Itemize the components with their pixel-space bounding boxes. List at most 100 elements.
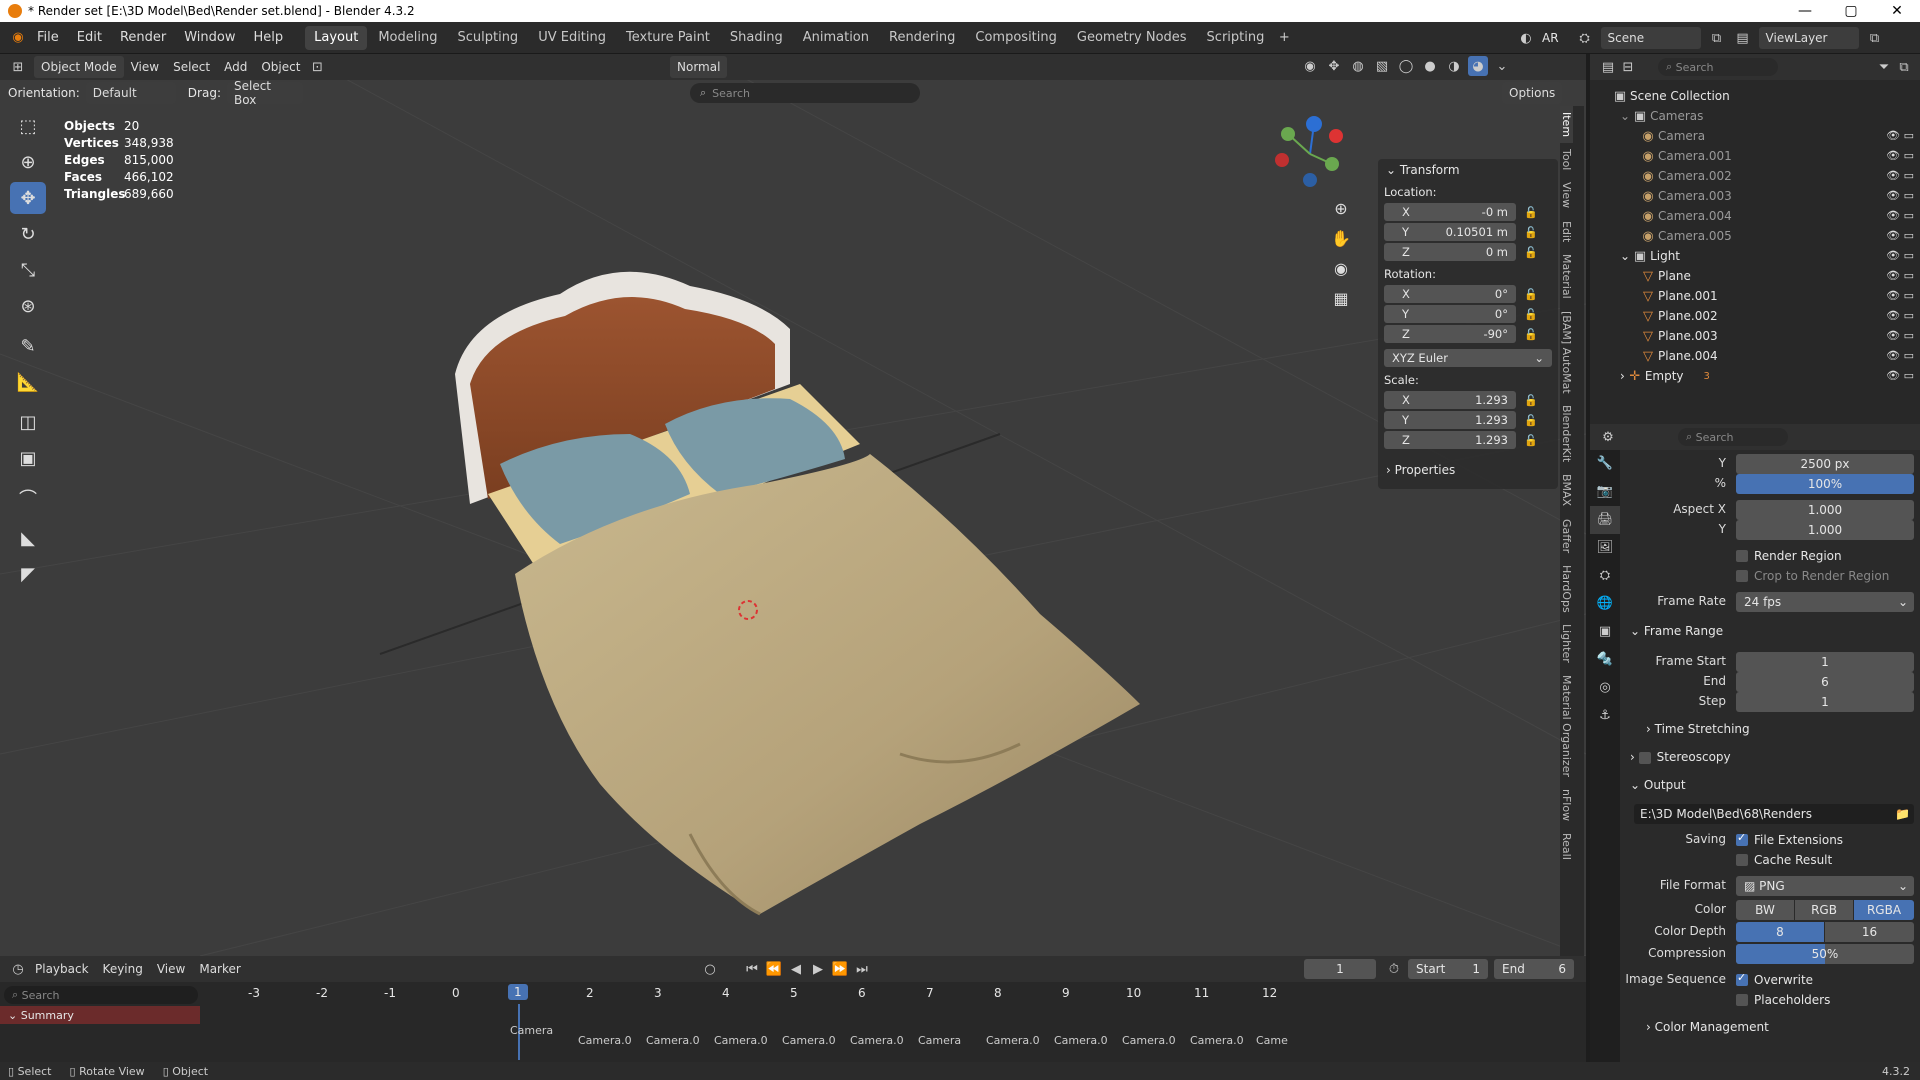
- add-workspace-icon[interactable]: +: [1274, 28, 1294, 48]
- gizmo-toggle-icon[interactable]: ⊡: [307, 57, 327, 77]
- tab-uv-editing[interactable]: UV Editing: [529, 26, 615, 50]
- menu-marker[interactable]: Marker: [192, 958, 247, 980]
- modifier-tab-icon[interactable]: 🔩: [1590, 646, 1620, 674]
- mode-selector[interactable]: Object Mode: [34, 56, 124, 78]
- properties-search-input[interactable]: ⌕ Search: [1678, 428, 1788, 446]
- marker-camera[interactable]: Camera.0: [714, 1034, 768, 1047]
- scene-tab-icon[interactable]: ⛭: [1590, 562, 1620, 590]
- tab-compositing[interactable]: Compositing: [966, 26, 1066, 50]
- lock-icon[interactable]: 🔓 🔓 🔓: [1524, 285, 1538, 345]
- output-panel[interactable]: ⌄ Output: [1630, 778, 1686, 792]
- tab-material[interactable]: Material: [1560, 248, 1573, 305]
- marker-camera[interactable]: Camera: [510, 1024, 553, 1037]
- editor-type-icon[interactable]: ⚙: [1598, 427, 1618, 447]
- stopwatch-icon[interactable]: ⏱: [1384, 959, 1404, 979]
- outliner-item-empty[interactable]: › ✛ Empty 3: [1590, 366, 1920, 386]
- outliner-search-input[interactable]: ⌕ Search: [1658, 58, 1778, 76]
- next-keyframe-icon[interactable]: ⏩: [830, 959, 850, 979]
- marker-camera[interactable]: Camera.0: [850, 1034, 904, 1047]
- object-tab-icon[interactable]: ▣: [1590, 618, 1620, 646]
- timeline-search-input[interactable]: ⌕ Search: [4, 986, 198, 1004]
- tab-geometry-nodes[interactable]: Geometry Nodes: [1068, 26, 1196, 50]
- viewport-search-input[interactable]: Search: [712, 87, 750, 100]
- end-frame-field[interactable]: End 6: [1494, 959, 1574, 979]
- scale-y-field[interactable]: Y 1.293: [1384, 411, 1516, 429]
- marker-camera[interactable]: Camera.0: [646, 1034, 700, 1047]
- output-path-input[interactable]: E:\3D Model\Bed\68\Renders 📁: [1634, 804, 1914, 824]
- record-icon[interactable]: ○: [700, 959, 720, 979]
- measure-tool-icon[interactable]: 📐: [10, 366, 46, 398]
- properties-subpanel[interactable]: › Properties: [1386, 463, 1455, 477]
- knife-tool-icon[interactable]: ◣: [10, 522, 46, 554]
- move-tool-icon[interactable]: ✥: [10, 182, 46, 214]
- options-button[interactable]: Options: [1502, 82, 1563, 104]
- menu-help[interactable]: Help: [245, 22, 293, 54]
- annotate-tool-icon[interactable]: ✎: [10, 330, 46, 362]
- tab-sculpting[interactable]: Sculpting: [448, 26, 527, 50]
- marker-camera[interactable]: Camera.0: [578, 1034, 632, 1047]
- frame-rate-select[interactable]: 24 fps ⌄: [1736, 592, 1914, 612]
- current-frame-field[interactable]: 1: [1304, 959, 1376, 979]
- perspective-grid-icon[interactable]: ▦: [1326, 284, 1356, 314]
- summary-channel[interactable]: ⌄ Summary: [0, 1006, 200, 1024]
- play-reverse-icon[interactable]: ◀: [786, 959, 806, 979]
- rotate-tool-icon[interactable]: ↻: [10, 218, 46, 250]
- folder-icon[interactable]: 📁: [1895, 807, 1910, 821]
- tab-lighter[interactable]: Lighter: [1560, 618, 1573, 669]
- visibility-icon[interactable]: ◉: [1300, 56, 1320, 76]
- transform-header[interactable]: ⌄ Transform: [1386, 163, 1460, 177]
- outliner-item-plane[interactable]: ▽ Plane.002: [1590, 306, 1920, 326]
- maximize-icon[interactable]: ▢: [1828, 0, 1874, 22]
- tab-scripting[interactable]: Scripting: [1198, 26, 1274, 50]
- curve-tool-icon[interactable]: ⌒: [10, 482, 46, 514]
- shading-options-icon[interactable]: ⌄: [1492, 56, 1512, 76]
- menu-edit[interactable]: Edit: [68, 22, 111, 54]
- tab-hardops[interactable]: HardOps: [1560, 559, 1573, 619]
- time-stretching-panel[interactable]: › Time Stretching: [1646, 722, 1750, 736]
- drag-selector[interactable]: Select Box: [226, 79, 303, 107]
- marker-camera[interactable]: Camera.0: [986, 1034, 1040, 1047]
- lock-icon[interactable]: 🔓 🔓 🔓: [1524, 391, 1538, 451]
- menu-render[interactable]: Render: [111, 22, 175, 54]
- overlays-icon[interactable]: ◍: [1348, 56, 1368, 76]
- tab-nflow[interactable]: nFlow: [1560, 783, 1573, 827]
- camera-view-icon[interactable]: ◉: [1326, 254, 1356, 284]
- viewlayer-icon[interactable]: ▤: [1733, 28, 1753, 48]
- add-cube-tool-icon[interactable]: ◫: [10, 406, 46, 438]
- color-bw-button[interactable]: BW: [1736, 900, 1794, 920]
- prev-keyframe-icon[interactable]: ⏪: [764, 959, 784, 979]
- output-tab-icon[interactable]: 🖨: [1590, 506, 1620, 534]
- outliner-item-camera[interactable]: ◉ Camera.005: [1590, 226, 1920, 246]
- frame-end-field[interactable]: 6: [1736, 672, 1914, 692]
- tab-modeling[interactable]: Modeling: [369, 26, 446, 50]
- editor-type-icon[interactable]: ▤: [1598, 57, 1618, 77]
- tab-animation[interactable]: Animation: [794, 26, 878, 50]
- scene-collection-row[interactable]: ▣ Scene Collection: [1590, 86, 1920, 106]
- marker-camera[interactable]: Camera.0: [1054, 1034, 1108, 1047]
- resolution-y-field[interactable]: 2500 px: [1736, 454, 1914, 474]
- menu-view[interactable]: View: [150, 958, 192, 980]
- frame-ruler[interactable]: -3 -2 -1 0 1 2 3 4 5 6 7 8 9 10 11 12: [200, 984, 1300, 1004]
- 3d-viewport[interactable]: ⊞ Object Mode View Select Add Object ⊡ N…: [0, 54, 1586, 956]
- cache-result-checkbox[interactable]: Cache Result: [1736, 850, 1832, 870]
- scene-selector[interactable]: Scene: [1600, 27, 1701, 49]
- tab-shading[interactable]: Shading: [721, 26, 792, 50]
- start-frame-field[interactable]: Start 1: [1408, 959, 1488, 979]
- new-collection-icon[interactable]: ⧉: [1894, 57, 1914, 77]
- tab-reali[interactable]: RealI: [1560, 827, 1573, 866]
- jump-end-icon[interactable]: ⏭: [852, 959, 872, 979]
- tab-material-organizer[interactable]: Material Organizer: [1560, 669, 1573, 783]
- language-icon[interactable]: ◐: [1516, 28, 1536, 48]
- menu-select[interactable]: Select: [166, 56, 217, 78]
- select-tool-icon[interactable]: ⬚: [10, 110, 46, 142]
- tab-view[interactable]: View: [1560, 176, 1573, 214]
- current-frame-indicator[interactable]: 1: [508, 984, 528, 1000]
- tab-layout[interactable]: Layout: [305, 25, 368, 50]
- outliner-item-plane[interactable]: ▽ Plane.001: [1590, 286, 1920, 306]
- tab-tool[interactable]: Tool: [1560, 143, 1573, 176]
- jump-start-icon[interactable]: ⏮: [742, 959, 762, 979]
- minimize-icon[interactable]: —: [1782, 0, 1828, 22]
- new-scene-icon[interactable]: ⧉: [1707, 28, 1727, 48]
- tab-bmax[interactable]: BMAX: [1560, 468, 1573, 512]
- aspect-y-field[interactable]: 1.000: [1736, 520, 1914, 540]
